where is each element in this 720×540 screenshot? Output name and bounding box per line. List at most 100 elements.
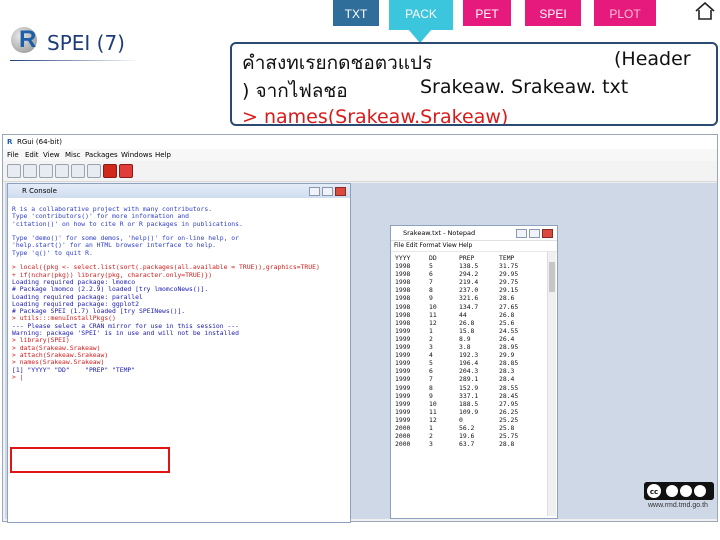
- stop-icon[interactable]: [103, 164, 117, 178]
- table-cell: 1999: [395, 359, 411, 368]
- notepad-minimize-icon[interactable]: [516, 229, 527, 238]
- r-console-titlebar: R Console: [8, 184, 350, 198]
- menu-packages[interactable]: Packages: [85, 149, 118, 161]
- table-cell: 8: [429, 383, 433, 392]
- table-cell: 11: [429, 310, 437, 319]
- table-cell: 219.4: [459, 278, 479, 287]
- menu-edit[interactable]: Edit: [25, 149, 39, 161]
- menu-view[interactable]: View: [43, 149, 60, 161]
- table-cell: 5: [429, 262, 433, 271]
- table-cell: 19.6: [459, 432, 475, 441]
- table-cell: 1998: [395, 310, 411, 319]
- table-row: 1999 3 3.8 28.95: [395, 343, 545, 351]
- table-cell: 25.25: [499, 415, 519, 424]
- table-cell: 3.8: [459, 343, 471, 352]
- instruction-command: > names(Srakeaw.Srakeaw): [242, 106, 509, 126]
- table-cell: 12: [429, 318, 437, 327]
- svg-text:cc: cc: [650, 488, 658, 496]
- table-cell: 44: [459, 310, 467, 319]
- table-row: 1999 9 337.1 28.45: [395, 392, 545, 400]
- table-cell: 321.6: [459, 294, 479, 303]
- footer-url[interactable]: www.rmd.tmd.go.th: [648, 502, 708, 509]
- menu-misc[interactable]: Misc: [65, 149, 80, 161]
- rgui-menubar: File Edit View Misc Packages Windows Hel…: [3, 149, 717, 161]
- table-cell: 134.7: [459, 302, 479, 311]
- menu-file[interactable]: File: [7, 149, 19, 161]
- rgui-toolbar: [3, 161, 717, 182]
- table-cell: TEMP: [499, 254, 515, 262]
- table-row: 1999 10 188.5 27.95: [395, 400, 545, 408]
- rgui-title: RGui (64-bit): [17, 138, 62, 146]
- table-cell: 1999: [395, 415, 411, 424]
- table-row: 1999 1 15.8 24.55: [395, 327, 545, 335]
- menu-help[interactable]: Help: [155, 149, 171, 161]
- paste-icon[interactable]: [71, 164, 85, 178]
- console-line: Type 'q()' to quit R.: [12, 248, 93, 257]
- notepad-close-icon[interactable]: [542, 229, 553, 238]
- r-logo-letter: R: [19, 26, 37, 53]
- table-cell: 2: [429, 334, 433, 343]
- table-cell: 27.65: [499, 302, 519, 311]
- names-output-highlight: [10, 447, 170, 473]
- table-header: YYYY DD PREP TEMP: [395, 254, 545, 262]
- menu-windows[interactable]: Windows: [121, 149, 152, 161]
- notepad-content[interactable]: YYYY DD PREP TEMP 1998 5 138.5 31.75 1998 6 294.2 2…: [395, 254, 545, 448]
- tab-pet[interactable]: PET: [463, 0, 511, 26]
- table-cell: 1998: [395, 278, 411, 287]
- creative-commons-icon: cc: [644, 482, 714, 500]
- table-cell: 28.4: [499, 375, 515, 384]
- save-workspace-icon[interactable]: [39, 164, 53, 178]
- table-cell: 26.8: [459, 318, 475, 327]
- rgui-window: R RGui (64-bit) File Edit View Misc Pack…: [2, 134, 718, 523]
- table-row: 1999 12 0 25.25: [395, 416, 545, 424]
- notepad-maximize-icon[interactable]: [529, 229, 540, 238]
- tab-txt[interactable]: TXT: [333, 0, 379, 26]
- notepad-window[interactable]: Srakeaw.txt - Notepad File Edit Format V…: [390, 225, 558, 519]
- table-cell: 1998: [395, 318, 411, 327]
- scroll-thumb[interactable]: [549, 262, 555, 292]
- load-workspace-icon[interactable]: [23, 164, 37, 178]
- table-cell: 31.75: [499, 262, 519, 271]
- active-tab-pointer: [408, 29, 432, 43]
- table-cell: 1: [429, 326, 433, 335]
- table-cell: 1999: [395, 343, 411, 352]
- table-cell: 138.5: [459, 262, 479, 271]
- table-cell: 3: [429, 343, 433, 352]
- table-cell: 29.15: [499, 286, 519, 295]
- maximize-icon[interactable]: [322, 187, 333, 196]
- table-cell: 7: [429, 375, 433, 384]
- table-cell: 29.95: [499, 270, 519, 279]
- table-cell: 28.45: [499, 391, 519, 400]
- table-cell: 28.95: [499, 343, 519, 352]
- r-console-window[interactable]: R Console R is a collaborative project w…: [7, 183, 351, 523]
- copy-icon[interactable]: [55, 164, 69, 178]
- instruction-line1-thai: คำสงทเรยกดชอตวแปร: [242, 52, 433, 74]
- table-cell: 1998: [395, 270, 411, 279]
- table-cell: 192.3: [459, 351, 479, 360]
- open-script-icon[interactable]: [7, 164, 21, 178]
- print-icon[interactable]: [119, 164, 133, 178]
- minimize-icon[interactable]: [309, 187, 320, 196]
- home-icon[interactable]: [694, 2, 716, 20]
- tab-spei[interactable]: SPEI: [525, 0, 581, 26]
- table-cell: 10: [429, 302, 437, 311]
- table-cell: 1998: [395, 262, 411, 271]
- table-row: 1998 9 321.6 28.6: [395, 294, 545, 302]
- table-cell: 28.6: [499, 294, 515, 303]
- table-row: 1998 10 134.7 27.65: [395, 303, 545, 311]
- table-cell: 2000: [395, 423, 411, 432]
- table-cell: 26.25: [499, 407, 519, 416]
- tab-plot[interactable]: PLOT: [594, 0, 656, 26]
- notepad-scrollbar[interactable]: [547, 252, 556, 516]
- table-cell: 4: [429, 351, 433, 360]
- notepad-titlebar: Srakeaw.txt - Notepad: [391, 226, 557, 241]
- table-cell: 28.8: [499, 440, 515, 449]
- copy-paste-icon[interactable]: [87, 164, 101, 178]
- table-cell: 1998: [395, 302, 411, 311]
- table-cell: 0: [459, 415, 463, 424]
- table-cell: 1: [429, 423, 433, 432]
- table-row: 2000 3 63.7 28.8: [395, 440, 545, 448]
- instruction-box: คำสงทเรยกดชอตวแปร (Header ) จากไฟลชอ Sra…: [230, 42, 718, 126]
- tab-pack[interactable]: PACK: [389, 0, 453, 30]
- close-icon[interactable]: [335, 187, 346, 196]
